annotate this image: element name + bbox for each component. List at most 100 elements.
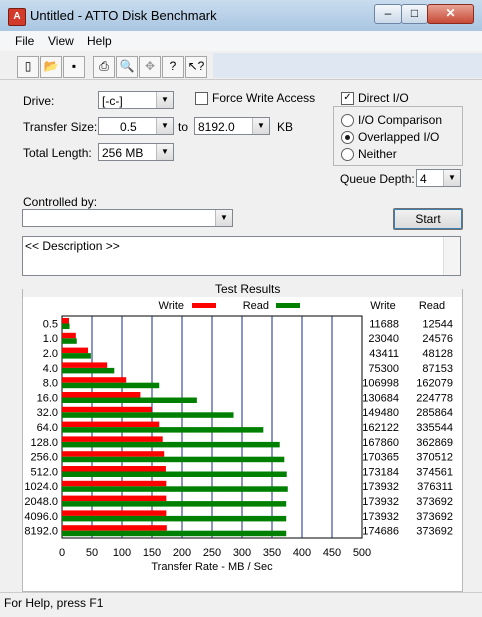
- x-tick-label: 250: [203, 547, 221, 559]
- read-bar: [62, 456, 285, 463]
- close-button[interactable]: ✕: [427, 4, 474, 24]
- controlled-by-label: Controlled by:: [23, 195, 98, 209]
- y-tick-label: 0.5: [43, 318, 58, 330]
- window-title: Untitled - ATTO Disk Benchmark: [30, 8, 217, 23]
- save-icon[interactable]: ▪: [63, 56, 85, 78]
- overlapped-io-label[interactable]: Overlapped I/O: [358, 130, 439, 144]
- read-value: 373692: [416, 511, 453, 523]
- start-button[interactable]: Start: [393, 208, 463, 230]
- write-bar: [62, 318, 70, 324]
- description-text: << Description >>: [25, 239, 120, 253]
- read-value: 373692: [416, 496, 453, 508]
- to-label: to: [178, 120, 189, 134]
- chevron-down-icon[interactable]: ▼: [443, 170, 460, 186]
- io-comparison-label[interactable]: I/O Comparison: [358, 113, 442, 127]
- queue-depth-label: Queue Depth:: [340, 172, 415, 186]
- transfer-size-label: Transfer Size:: [23, 120, 98, 134]
- write-value: 149480: [362, 407, 399, 419]
- read-value: 335544: [416, 422, 453, 434]
- print-icon[interactable]: ⎙: [93, 56, 115, 78]
- write-value: 173932: [362, 511, 399, 523]
- transfer-to-value: 8192.0: [198, 120, 235, 134]
- overlapped-io-radio[interactable]: [341, 131, 354, 144]
- force-write-label[interactable]: Force Write Access: [212, 91, 315, 105]
- maximize-button[interactable]: □: [401, 4, 428, 24]
- y-tick-label: 64.0: [37, 422, 58, 434]
- description-box[interactable]: << Description >>: [22, 236, 461, 276]
- read-value: 24576: [422, 333, 453, 345]
- total-length-select[interactable]: 256 MB ▼: [98, 143, 174, 161]
- transfer-from-select[interactable]: 0.5 ▼: [98, 117, 174, 135]
- direct-io-checkbox[interactable]: ✓: [341, 92, 354, 105]
- legend-write-label: Write: [159, 300, 184, 312]
- neither-radio[interactable]: [341, 148, 354, 161]
- toolbar-spacer: [213, 53, 482, 78]
- chevron-down-icon[interactable]: ▼: [252, 118, 269, 134]
- queue-depth-value: 4: [420, 172, 427, 186]
- write-value: 174686: [362, 526, 399, 538]
- description-scrollbar[interactable]: [443, 237, 460, 275]
- help-icon[interactable]: ?: [162, 56, 184, 78]
- write-bar: [62, 436, 163, 442]
- transfer-from-value: 0.5: [120, 120, 137, 134]
- x-tick-label: 0: [59, 547, 65, 559]
- print-preview-icon[interactable]: 🔍: [116, 56, 138, 78]
- x-tick-label: 150: [143, 547, 161, 559]
- read-bar: [62, 501, 287, 507]
- write-bar: [62, 510, 167, 516]
- write-value: 43411: [369, 348, 399, 360]
- x-axis-label: Transfer Rate - MB / Sec: [151, 561, 273, 573]
- read-value: 374561: [416, 466, 453, 478]
- write-value: 130684: [362, 392, 399, 404]
- write-value: 106998: [362, 378, 399, 390]
- write-value: 23040: [368, 333, 399, 345]
- transfer-to-select[interactable]: 8192.0 ▼: [194, 117, 270, 135]
- transfer-rate-chart: 0 50 100 150 200 250 300 350 400 450 500 Transfer R…: [24, 300, 453, 573]
- new-icon[interactable]: ▯: [17, 56, 39, 78]
- minimize-button[interactable]: –: [374, 4, 402, 24]
- move-icon[interactable]: ✥: [139, 56, 161, 78]
- menu-view[interactable]: View: [48, 34, 74, 48]
- y-tick-label: 2.0: [43, 348, 58, 360]
- read-value: 373692: [416, 526, 453, 538]
- read-value: 87153: [422, 363, 453, 375]
- read-bar: [62, 397, 197, 403]
- read-bar: [62, 471, 287, 477]
- y-tick-label: 512.0: [30, 466, 58, 478]
- drive-select[interactable]: [-c-] ▼: [98, 91, 174, 109]
- y-tick-label: 1024.0: [24, 481, 58, 493]
- menu-help[interactable]: Help: [87, 34, 112, 48]
- write-value: 173932: [362, 496, 399, 508]
- x-tick-label: 300: [233, 547, 251, 559]
- read-bar: [62, 412, 234, 418]
- chevron-down-icon[interactable]: ▼: [156, 92, 173, 108]
- chevron-down-icon[interactable]: ▼: [156, 144, 173, 160]
- chevron-down-icon[interactable]: ▼: [156, 118, 173, 134]
- write-value: 75300: [368, 363, 399, 375]
- read-value: 285864: [416, 407, 453, 419]
- open-icon[interactable]: 📂: [40, 56, 62, 78]
- read-value: 376311: [417, 481, 453, 493]
- menu-file[interactable]: File: [15, 34, 34, 48]
- write-bar: [62, 347, 89, 354]
- read-bar: [62, 530, 287, 537]
- controlled-by-select[interactable]: ▼: [22, 209, 233, 227]
- write-bar: [62, 332, 76, 339]
- direct-io-label[interactable]: Direct I/O: [358, 91, 409, 105]
- x-tick-label: 100: [113, 547, 131, 559]
- io-comparison-radio[interactable]: [341, 114, 354, 127]
- app-icon: A: [8, 8, 26, 26]
- queue-depth-select[interactable]: 4 ▼: [416, 169, 461, 187]
- write-value: 162122: [362, 422, 399, 434]
- chevron-down-icon[interactable]: ▼: [215, 210, 232, 226]
- y-tick-label: 8192.0: [24, 526, 58, 538]
- read-value: 224778: [416, 392, 453, 404]
- neither-label[interactable]: Neither: [358, 147, 397, 161]
- legend-read-label: Read: [243, 300, 269, 312]
- read-bar: [62, 486, 288, 492]
- context-help-icon[interactable]: ↖?: [185, 56, 207, 78]
- x-tick-label: 200: [173, 547, 191, 559]
- write-value: 173184: [362, 466, 399, 478]
- kb-label: KB: [277, 120, 294, 134]
- force-write-checkbox[interactable]: [195, 92, 208, 105]
